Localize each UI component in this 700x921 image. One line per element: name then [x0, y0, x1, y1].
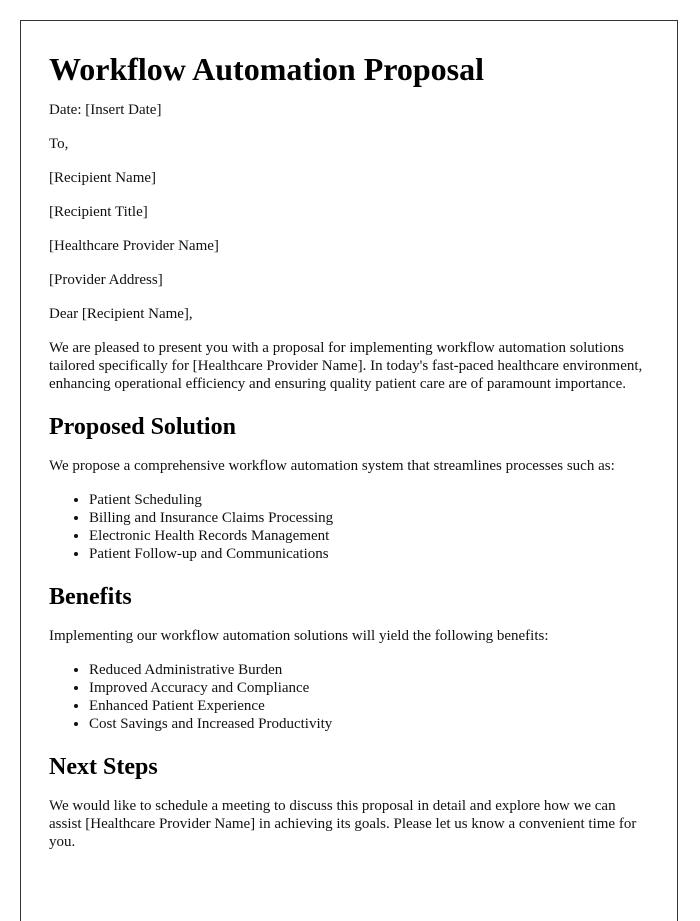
recipient-name: [Recipient Name]: [49, 170, 157, 186]
section-heading: Benefits: [49, 584, 132, 610]
salutation: Dear [Recipient Name],: [49, 306, 193, 322]
section-intro: We propose a comprehensive workflow auto…: [49, 458, 615, 474]
section-body: We would like to schedule a meeting to d…: [49, 798, 637, 850]
document-page: Workflow Automation Proposal Date: [Inse…: [20, 20, 678, 921]
list-item: Patient Follow-up and Communications: [89, 545, 649, 563]
date-line: Date: [Insert Date]: [49, 102, 162, 118]
proposed-solution-section: Proposed Solution We propose a comprehen…: [49, 413, 649, 563]
provider-address: [Provider Address]: [49, 272, 163, 288]
provider-name: [Healthcare Provider Name]: [49, 238, 219, 254]
recipient-title: [Recipient Title]: [49, 204, 148, 220]
section-heading: Next Steps: [49, 754, 158, 780]
list-item: Electronic Health Records Management: [89, 527, 649, 545]
next-steps-section: Next Steps We would like to schedule a m…: [49, 753, 649, 851]
list-item: Improved Accuracy and Compliance: [89, 679, 649, 697]
list-item: Patient Scheduling: [89, 491, 649, 509]
solution-list: Patient Scheduling Billing and Insurance…: [49, 491, 649, 563]
section-intro: Implementing our workflow automation sol…: [49, 628, 549, 644]
list-item: Reduced Administrative Burden: [89, 661, 649, 679]
benefits-section: Benefits Implementing our workflow autom…: [49, 583, 649, 733]
benefits-list: Reduced Administrative Burden Improved A…: [49, 661, 649, 733]
to-line: To,: [49, 136, 69, 152]
list-item: Billing and Insurance Claims Processing: [89, 509, 649, 527]
section-heading: Proposed Solution: [49, 414, 236, 440]
intro-paragraph: We are pleased to present you with a pro…: [49, 340, 643, 392]
document-title: Workflow Automation Proposal: [49, 51, 484, 87]
list-item: Cost Savings and Increased Productivity: [89, 715, 649, 733]
list-item: Enhanced Patient Experience: [89, 697, 649, 715]
